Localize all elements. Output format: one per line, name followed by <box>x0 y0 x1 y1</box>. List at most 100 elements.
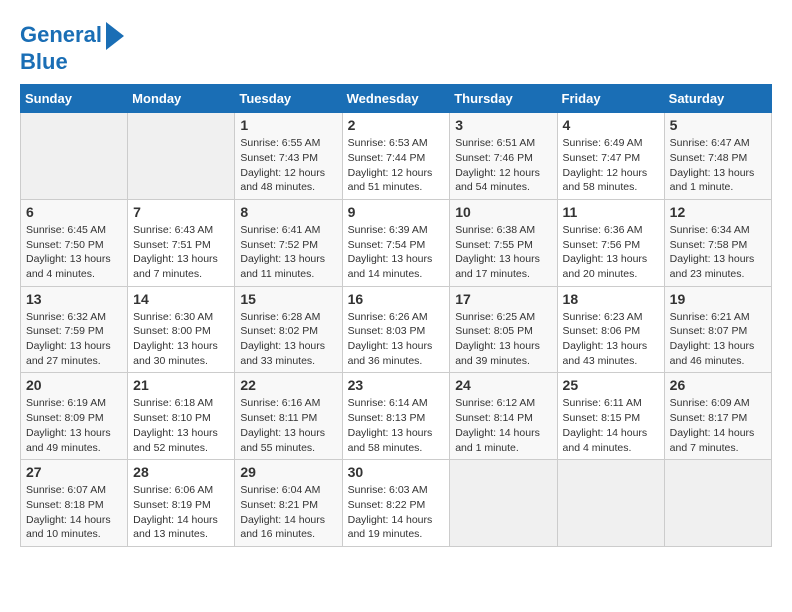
weekday-header-thursday: Thursday <box>450 85 557 113</box>
day-number: 23 <box>348 377 445 393</box>
day-info: Sunrise: 6:43 AM Sunset: 7:51 PM Dayligh… <box>133 223 229 282</box>
day-info: Sunrise: 6:25 AM Sunset: 8:05 PM Dayligh… <box>455 310 551 369</box>
calendar-cell: 14Sunrise: 6:30 AM Sunset: 8:00 PM Dayli… <box>128 286 235 373</box>
day-number: 10 <box>455 204 551 220</box>
calendar-cell: 29 Sunrise: 6:04 AM Sunset: 8:21 PM Dayli… <box>235 460 342 547</box>
logo-text-line1: General <box>20 23 102 47</box>
calendar-cell: 23 Sunrise: 6:14 AM Sunset: 8:13 PM Dayli… <box>342 373 450 460</box>
calendar-cell: 17 Sunrise: 6:25 AM Sunset: 8:05 PM Dayli… <box>450 286 557 373</box>
day-number: 21 <box>133 377 229 393</box>
day-number: 6 <box>26 204 122 220</box>
calendar-cell: 1 Sunrise: 6:55 AM Sunset: 7:43 PM Daylig… <box>235 113 342 200</box>
calendar-cell: 21 Sunrise: 6:18 AM Sunset: 8:10 PM Dayli… <box>128 373 235 460</box>
calendar-week-row: 27Sunrise: 6:07 AM Sunset: 8:18 PM Dayli… <box>21 460 772 547</box>
day-info: Sunrise: 6:47 AM Sunset: 7:48 PM Dayligh… <box>670 136 766 195</box>
day-info: Sunrise: 6:19 AM Sunset: 8:09 PM Dayligh… <box>26 396 122 455</box>
day-number: 27 <box>26 464 122 480</box>
day-number: 3 <box>455 117 551 133</box>
day-number: 24 <box>455 377 551 393</box>
calendar-cell: 28Sunrise: 6:06 AM Sunset: 8:19 PM Dayli… <box>128 460 235 547</box>
day-number: 16 <box>348 291 445 307</box>
day-number: 15 <box>240 291 336 307</box>
calendar-cell <box>450 460 557 547</box>
calendar-week-row: 6 Sunrise: 6:45 AM Sunset: 7:50 PM Daylig… <box>21 199 772 286</box>
weekday-header-friday: Friday <box>557 85 664 113</box>
calendar-week-row: 13Sunrise: 6:32 AM Sunset: 7:59 PM Dayli… <box>21 286 772 373</box>
day-number: 26 <box>670 377 766 393</box>
day-info: Sunrise: 6:06 AM Sunset: 8:19 PM Dayligh… <box>133 483 229 542</box>
day-info: Sunrise: 6:38 AM Sunset: 7:55 PM Dayligh… <box>455 223 551 282</box>
calendar-week-row: 20 Sunrise: 6:19 AM Sunset: 8:09 PM Dayli… <box>21 373 772 460</box>
calendar-cell: 2 Sunrise: 6:53 AM Sunset: 7:44 PM Daylig… <box>342 113 450 200</box>
weekday-header-saturday: Saturday <box>664 85 771 113</box>
day-number: 11 <box>563 204 659 220</box>
calendar-cell: 3 Sunrise: 6:51 AM Sunset: 7:46 PM Daylig… <box>450 113 557 200</box>
calendar-cell: 9 Sunrise: 6:39 AM Sunset: 7:54 PM Daylig… <box>342 199 450 286</box>
day-number: 29 <box>240 464 336 480</box>
day-number: 20 <box>26 377 122 393</box>
calendar-cell <box>664 460 771 547</box>
day-info: Sunrise: 6:12 AM Sunset: 8:14 PM Dayligh… <box>455 396 551 455</box>
calendar-table: SundayMondayTuesdayWednesdayThursdayFrid… <box>20 84 772 547</box>
logo-arrow-icon <box>106 22 124 50</box>
calendar-cell: 26 Sunrise: 6:09 AM Sunset: 8:17 PM Dayli… <box>664 373 771 460</box>
calendar-cell: 24 Sunrise: 6:12 AM Sunset: 8:14 PM Dayli… <box>450 373 557 460</box>
day-info: Sunrise: 6:55 AM Sunset: 7:43 PM Dayligh… <box>240 136 336 195</box>
calendar-cell: 4 Sunrise: 6:49 AM Sunset: 7:47 PM Daylig… <box>557 113 664 200</box>
day-number: 12 <box>670 204 766 220</box>
day-number: 9 <box>348 204 445 220</box>
day-info: Sunrise: 6:34 AM Sunset: 7:58 PM Dayligh… <box>670 223 766 282</box>
calendar-cell: 19 Sunrise: 6:21 AM Sunset: 8:07 PM Dayli… <box>664 286 771 373</box>
day-number: 22 <box>240 377 336 393</box>
day-number: 17 <box>455 291 551 307</box>
day-number: 18 <box>563 291 659 307</box>
calendar-cell: 8 Sunrise: 6:41 AM Sunset: 7:52 PM Daylig… <box>235 199 342 286</box>
calendar-cell: 12 Sunrise: 6:34 AM Sunset: 7:58 PM Dayli… <box>664 199 771 286</box>
calendar-cell <box>557 460 664 547</box>
day-info: Sunrise: 6:36 AM Sunset: 7:56 PM Dayligh… <box>563 223 659 282</box>
day-number: 1 <box>240 117 336 133</box>
calendar-cell: 10 Sunrise: 6:38 AM Sunset: 7:55 PM Dayli… <box>450 199 557 286</box>
day-number: 4 <box>563 117 659 133</box>
day-info: Sunrise: 6:21 AM Sunset: 8:07 PM Dayligh… <box>670 310 766 369</box>
day-number: 7 <box>133 204 229 220</box>
page-header: General Blue <box>20 20 772 74</box>
day-info: Sunrise: 6:23 AM Sunset: 8:06 PM Dayligh… <box>563 310 659 369</box>
day-info: Sunrise: 6:41 AM Sunset: 7:52 PM Dayligh… <box>240 223 336 282</box>
day-info: Sunrise: 6:30 AM Sunset: 8:00 PM Dayligh… <box>133 310 229 369</box>
calendar-cell: 25 Sunrise: 6:11 AM Sunset: 8:15 PM Dayli… <box>557 373 664 460</box>
weekday-header-sunday: Sunday <box>21 85 128 113</box>
day-info: Sunrise: 6:04 AM Sunset: 8:21 PM Dayligh… <box>240 483 336 542</box>
day-info: Sunrise: 6:03 AM Sunset: 8:22 PM Dayligh… <box>348 483 445 542</box>
day-number: 2 <box>348 117 445 133</box>
day-info: Sunrise: 6:45 AM Sunset: 7:50 PM Dayligh… <box>26 223 122 282</box>
calendar-cell: 15Sunrise: 6:28 AM Sunset: 8:02 PM Dayli… <box>235 286 342 373</box>
calendar-cell: 7 Sunrise: 6:43 AM Sunset: 7:51 PM Daylig… <box>128 199 235 286</box>
calendar-cell: 13Sunrise: 6:32 AM Sunset: 7:59 PM Dayli… <box>21 286 128 373</box>
day-number: 25 <box>563 377 659 393</box>
calendar-cell <box>128 113 235 200</box>
day-info: Sunrise: 6:18 AM Sunset: 8:10 PM Dayligh… <box>133 396 229 455</box>
logo-text-line2: Blue <box>20 50 68 74</box>
calendar-cell: 5Sunrise: 6:47 AM Sunset: 7:48 PM Daylig… <box>664 113 771 200</box>
calendar-cell: 20 Sunrise: 6:19 AM Sunset: 8:09 PM Dayli… <box>21 373 128 460</box>
day-number: 19 <box>670 291 766 307</box>
logo: General Blue <box>20 20 124 74</box>
day-info: Sunrise: 6:49 AM Sunset: 7:47 PM Dayligh… <box>563 136 659 195</box>
weekday-header-wednesday: Wednesday <box>342 85 450 113</box>
day-info: Sunrise: 6:14 AM Sunset: 8:13 PM Dayligh… <box>348 396 445 455</box>
day-number: 8 <box>240 204 336 220</box>
day-info: Sunrise: 6:26 AM Sunset: 8:03 PM Dayligh… <box>348 310 445 369</box>
calendar-cell: 16 Sunrise: 6:26 AM Sunset: 8:03 PM Dayli… <box>342 286 450 373</box>
weekday-header-monday: Monday <box>128 85 235 113</box>
day-info: Sunrise: 6:51 AM Sunset: 7:46 PM Dayligh… <box>455 136 551 195</box>
day-info: Sunrise: 6:39 AM Sunset: 7:54 PM Dayligh… <box>348 223 445 282</box>
day-info: Sunrise: 6:09 AM Sunset: 8:17 PM Dayligh… <box>670 396 766 455</box>
calendar-cell: 11 Sunrise: 6:36 AM Sunset: 7:56 PM Dayli… <box>557 199 664 286</box>
calendar-cell: 6 Sunrise: 6:45 AM Sunset: 7:50 PM Daylig… <box>21 199 128 286</box>
day-info: Sunrise: 6:53 AM Sunset: 7:44 PM Dayligh… <box>348 136 445 195</box>
day-info: Sunrise: 6:32 AM Sunset: 7:59 PM Dayligh… <box>26 310 122 369</box>
calendar-cell <box>21 113 128 200</box>
calendar-cell: 27Sunrise: 6:07 AM Sunset: 8:18 PM Dayli… <box>21 460 128 547</box>
day-info: Sunrise: 6:11 AM Sunset: 8:15 PM Dayligh… <box>563 396 659 455</box>
